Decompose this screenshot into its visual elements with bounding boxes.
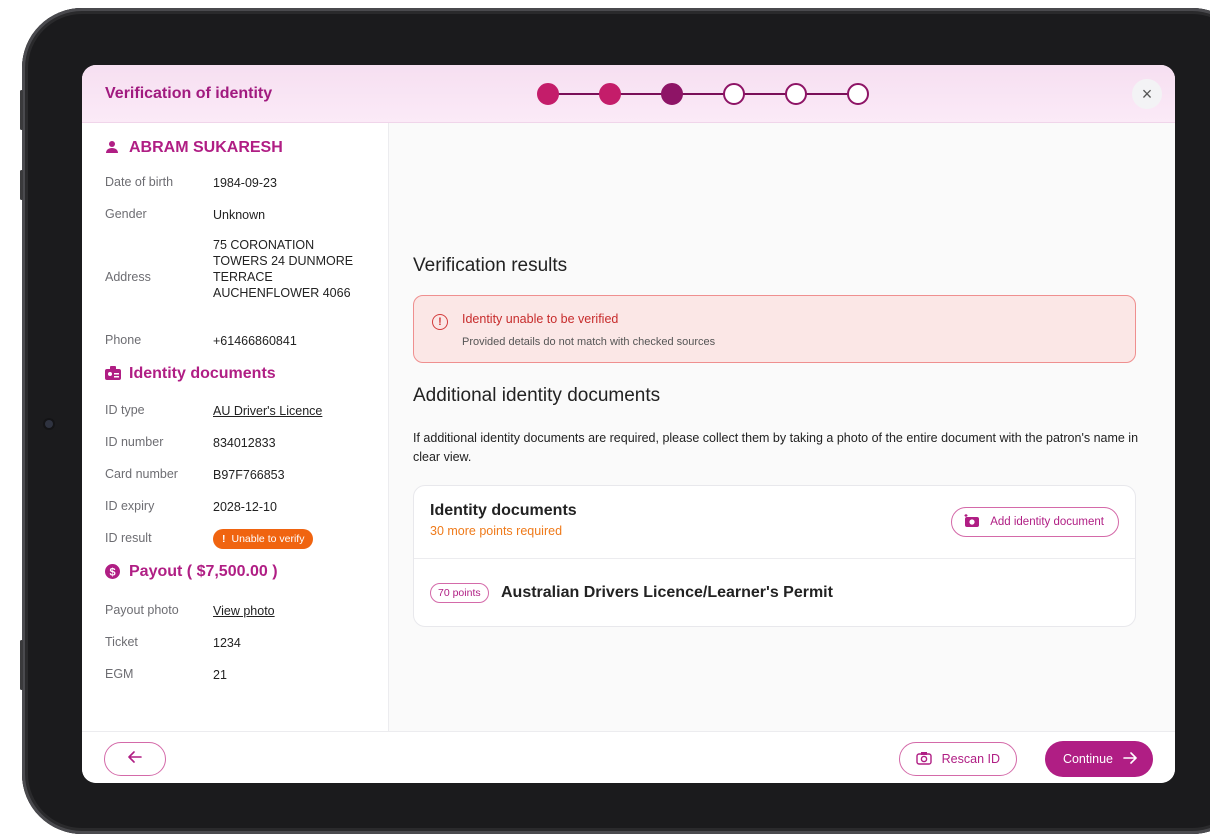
identity-section-title: Identity documents <box>105 365 276 383</box>
rescan-id-button[interactable]: Rescan ID <box>898 742 1017 776</box>
patron-name-text: ABRAM SUKARESH <box>129 139 283 156</box>
alert-title: Identity unable to be verified <box>462 312 619 326</box>
continue-button[interactable]: Continue <box>1044 741 1153 777</box>
field-label: ID type <box>105 403 145 417</box>
app-screen: Verification of identity × ABRAM SUKARES… <box>82 65 1175 783</box>
field-value: Unknown <box>213 208 266 222</box>
footer-bar: Rescan ID Continue <box>82 731 1175 783</box>
identity-documents-card: Identity documents 30 more points requir… <box>413 485 1136 627</box>
add-photo-icon <box>964 513 980 531</box>
tablet-volume-button <box>20 170 23 200</box>
field-value: 21 <box>213 668 227 682</box>
svg-text:$: $ <box>109 567 115 579</box>
document-name: Australian Drivers Licence/Learner's Per… <box>501 584 833 601</box>
tablet-volume-button <box>20 90 23 130</box>
front-camera <box>45 420 53 428</box>
identity-section-text: Identity documents <box>129 365 276 382</box>
status-badge: ! Unable to verify <box>213 529 314 549</box>
step-5 <box>785 83 807 105</box>
field-value: 75 CORONATION TOWERS 24 DUNMORE TERRACE … <box>213 237 373 301</box>
field-label: ID result <box>105 531 152 545</box>
patron-details-panel: ABRAM SUKARESH Date of birth 1984-09-23 … <box>82 123 389 731</box>
field-label: Card number <box>105 467 178 481</box>
status-badge-text: Unable to verify <box>231 533 305 545</box>
main-content: Verification results ! Identity unable t… <box>389 123 1175 731</box>
id-card-icon <box>105 366 121 382</box>
patron-name: ABRAM SUKARESH <box>105 139 283 157</box>
field-value: ! Unable to verify <box>213 529 373 549</box>
points-badge: 70 points <box>430 583 489 603</box>
address-line: TERRACE <box>213 270 273 284</box>
arrow-left-icon <box>128 750 142 768</box>
alert-icon: ! <box>432 314 448 330</box>
address-line: AUCHENFLOWER 4066 <box>213 286 351 300</box>
add-identity-document-label: Add identity document <box>990 516 1104 528</box>
card-title: Identity documents <box>430 502 577 519</box>
header-bar: Verification of identity × <box>82 65 1175 123</box>
points-required: 30 more points required <box>430 524 563 538</box>
payout-section-text: Payout ( $7,500.00 ) <box>129 563 278 580</box>
field-label: Phone <box>105 333 142 347</box>
add-identity-document-button[interactable]: Add identity document <box>951 507 1119 537</box>
field-address: Address 75 CORONATION TOWERS 24 DUNMORE … <box>105 237 375 303</box>
field-label: Payout photo <box>105 603 179 617</box>
dollar-icon: $ <box>105 564 121 580</box>
close-icon: × <box>1141 83 1153 104</box>
person-icon <box>105 140 121 156</box>
verification-error-alert: ! Identity unable to be verified Provide… <box>413 295 1136 363</box>
field-value: 2028-12-10 <box>213 500 277 514</box>
field-label: EGM <box>105 667 134 681</box>
field-value: +61466860841 <box>213 334 297 348</box>
alert-description: Provided details do not match with check… <box>462 336 716 348</box>
address-line: TOWERS 24 DUNMORE <box>213 254 354 268</box>
step-3 <box>661 83 683 105</box>
close-button[interactable]: × <box>1132 79 1162 109</box>
step-1 <box>537 83 559 105</box>
camera-icon <box>915 751 932 768</box>
instruction-text: If additional identity documents are req… <box>413 431 1139 464</box>
continue-label: Continue <box>1062 752 1113 766</box>
verification-results-heading: Verification results <box>413 255 568 276</box>
step-2 <box>599 83 621 105</box>
field-value: B97F766853 <box>213 468 285 482</box>
back-button[interactable] <box>104 742 166 776</box>
view-photo-link[interactable]: View photo <box>213 603 373 619</box>
arrow-right-icon <box>1123 751 1137 767</box>
step-6 <box>847 83 869 105</box>
field-value: 1234 <box>213 636 241 650</box>
step-4 <box>723 83 745 105</box>
progress-stepper <box>537 81 877 107</box>
field-value: 1984-09-23 <box>213 176 277 190</box>
field-label: ID number <box>105 435 164 449</box>
field-label: Gender <box>105 207 147 221</box>
id-type-link[interactable]: AU Driver's Licence <box>213 403 373 419</box>
field-label: ID expiry <box>105 499 155 513</box>
page-title: Verification of identity <box>105 85 273 102</box>
field-label: Address <box>105 270 151 284</box>
card-divider <box>414 558 1135 559</box>
tablet-side-button <box>20 640 23 690</box>
warning-icon: ! <box>222 533 226 545</box>
address-line: 75 CORONATION <box>213 238 315 252</box>
rescan-id-label: Rescan ID <box>941 752 1000 766</box>
payout-section-title: $ Payout ( $7,500.00 ) <box>105 563 278 581</box>
additional-documents-heading: Additional identity documents <box>413 385 661 406</box>
field-value: 834012833 <box>213 436 276 450</box>
field-label: Date of birth <box>105 175 174 189</box>
field-label: Ticket <box>105 635 138 649</box>
